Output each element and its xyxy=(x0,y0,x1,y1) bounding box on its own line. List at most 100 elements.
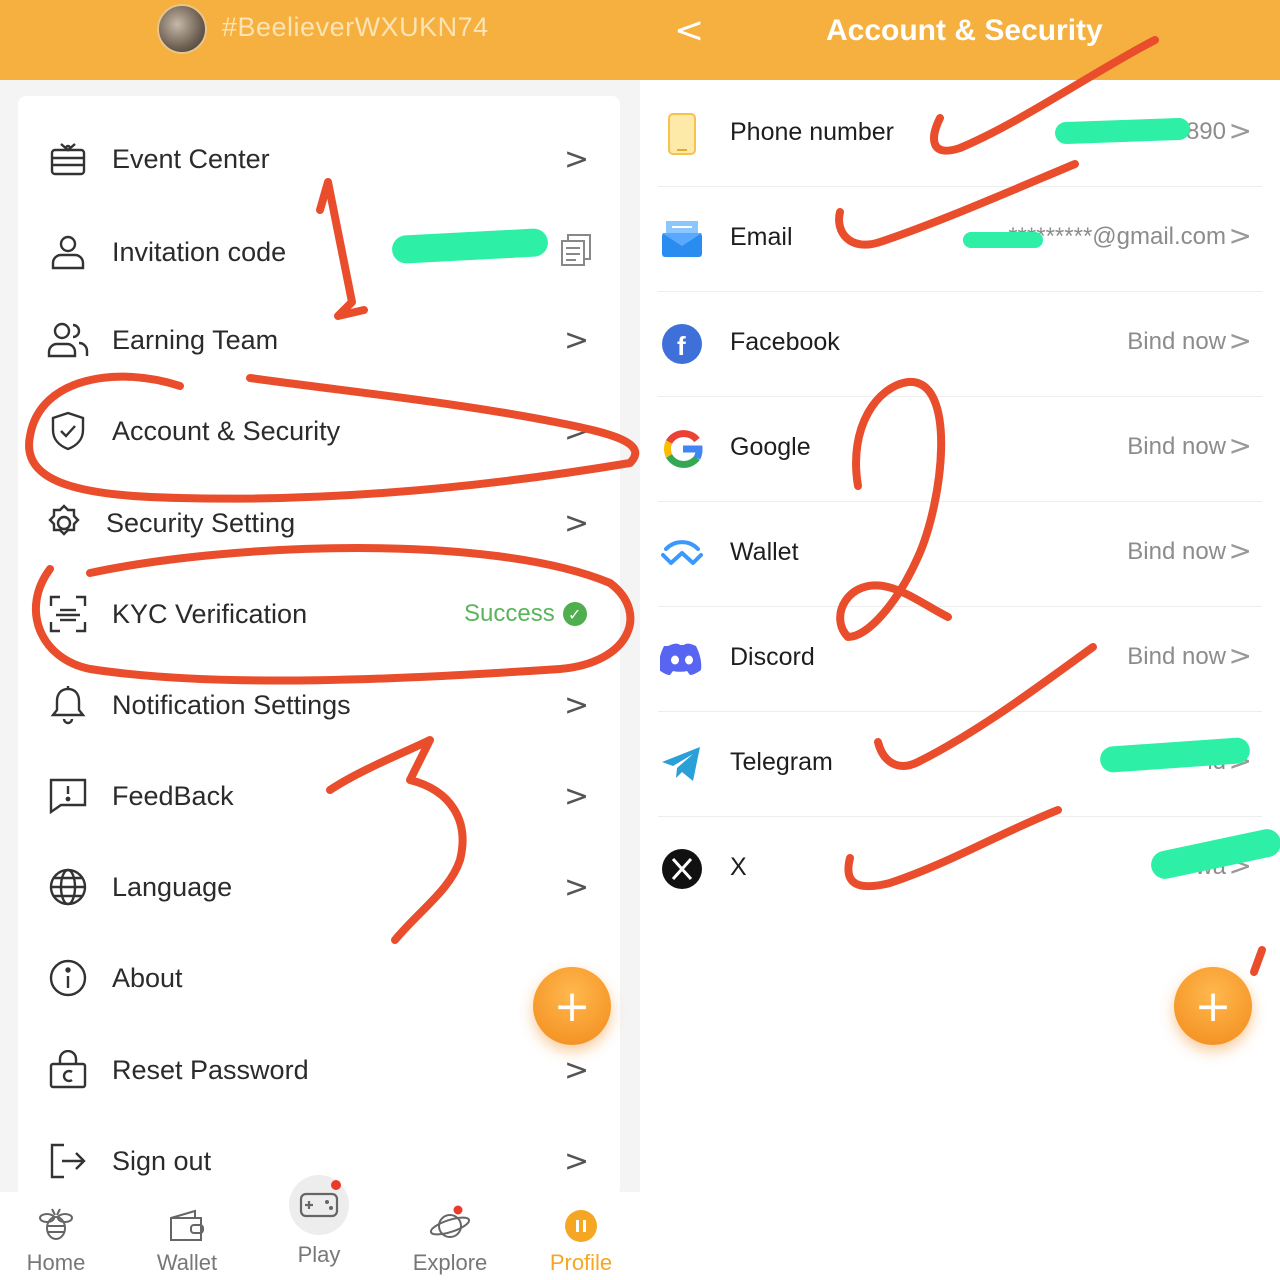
profile-header: #BeelieverWXUKN74 xyxy=(0,0,640,80)
menu-item-kyc-verification[interactable]: KYC Verification Success ✓ xyxy=(18,579,620,649)
menu-item-feedback[interactable]: FeedBack > xyxy=(18,761,620,831)
menu-item-label: About xyxy=(112,962,183,993)
chevron-right-icon: > xyxy=(564,687,590,723)
shield-check-icon xyxy=(46,409,90,453)
row-value: Bind now xyxy=(1127,643,1226,670)
menu-item-account-security[interactable]: Account & Security > xyxy=(18,396,620,466)
menu-item-event-center[interactable]: Event Center > xyxy=(18,124,620,194)
menu-item-label: FeedBack xyxy=(112,780,234,811)
planet-icon xyxy=(400,1200,500,1244)
wallet-icon xyxy=(137,1200,237,1244)
row-value: Bind now xyxy=(1127,433,1226,460)
profile-screen: #BeelieverWXUKN74 Event Center > Invitat… xyxy=(0,0,640,1280)
row-value: Bind now xyxy=(1127,328,1226,355)
email-icon xyxy=(660,217,704,261)
row-value: Bind now xyxy=(1127,538,1226,565)
lock-reset-icon xyxy=(46,1048,90,1092)
check-circle-icon: ✓ xyxy=(562,602,587,626)
row-label: Phone number xyxy=(730,118,895,146)
sign-out-icon xyxy=(46,1139,90,1183)
chevron-right-icon: > xyxy=(1228,324,1252,357)
menu-item-language[interactable]: Language > xyxy=(18,852,620,922)
menu-item-label: KYC Verification xyxy=(112,598,308,629)
menu-item-about[interactable]: About xyxy=(18,943,620,1013)
redaction-mark xyxy=(1054,117,1191,145)
svg-text:f: f xyxy=(677,331,686,361)
chevron-right-icon: > xyxy=(1228,639,1252,672)
username: #BeelieverWXUKN74 xyxy=(222,12,489,42)
account-security-screen: < Account & Security Phone number 890 > … xyxy=(640,0,1280,1280)
info-icon xyxy=(46,956,90,1000)
chevron-right-icon: > xyxy=(1228,534,1252,567)
row-email[interactable]: Email *********@gmail.com > xyxy=(658,187,1262,292)
team-icon xyxy=(46,318,90,362)
chevron-right-icon: > xyxy=(564,141,590,177)
menu-item-label: Event Center xyxy=(112,143,270,174)
chevron-right-icon: > xyxy=(564,413,590,449)
feedback-icon xyxy=(46,774,90,818)
menu-item-earning-team[interactable]: Earning Team > xyxy=(18,305,620,375)
avatar[interactable] xyxy=(157,4,207,54)
add-fab-button[interactable]: + xyxy=(1174,967,1252,1045)
back-button[interactable]: < xyxy=(674,10,704,51)
x-icon xyxy=(660,847,704,891)
row-discord[interactable]: Discord Bind now > xyxy=(658,607,1262,712)
chevron-right-icon: > xyxy=(1228,114,1252,147)
chevron-right-icon: > xyxy=(564,1052,590,1088)
row-label: Facebook xyxy=(730,328,840,356)
user-icon xyxy=(46,230,90,274)
copy-icon[interactable] xyxy=(560,233,592,272)
row-wallet[interactable]: Wallet Bind now > xyxy=(658,502,1262,607)
menu-item-reset-password[interactable]: Reset Password > xyxy=(18,1035,620,1105)
tab-home[interactable]: Home xyxy=(6,1200,106,1276)
discord-icon xyxy=(660,637,704,681)
chevron-right-icon: > xyxy=(1228,429,1252,462)
add-fab-button[interactable]: + xyxy=(533,967,611,1045)
tab-explore[interactable]: Explore xyxy=(400,1200,500,1276)
tab-play[interactable]: Play xyxy=(269,1170,369,1268)
facebook-icon: f xyxy=(660,322,704,366)
row-label: Wallet xyxy=(730,538,799,566)
menu-item-label: Notification Settings xyxy=(112,689,351,720)
walletconnect-icon xyxy=(660,532,704,576)
menu-item-label: Invitation code xyxy=(112,236,287,267)
row-google[interactable]: Google Bind now > xyxy=(658,397,1262,502)
tab-label: Play xyxy=(297,1242,341,1267)
menu-item-label: Reset Password xyxy=(112,1054,309,1085)
scan-icon xyxy=(46,592,90,636)
chevron-right-icon: > xyxy=(1228,219,1252,252)
tab-label: Wallet xyxy=(156,1250,218,1275)
chevron-right-icon: > xyxy=(564,1143,590,1179)
gift-calendar-icon xyxy=(46,137,90,181)
row-label: Google xyxy=(730,433,811,461)
tab-profile[interactable]: Profile xyxy=(531,1200,631,1276)
tab-wallet[interactable]: Wallet xyxy=(137,1200,237,1276)
bell-icon xyxy=(46,683,90,727)
chevron-right-icon: > xyxy=(564,322,590,358)
menu-item-security-setting[interactable]: Security Setting > xyxy=(18,488,620,558)
row-label: Email xyxy=(730,223,793,251)
telegram-icon xyxy=(660,742,704,786)
bottom-tab-bar: Home Wallet Play Explore Profile xyxy=(0,1175,640,1280)
gamepad-icon xyxy=(269,1170,369,1236)
chevron-right-icon: > xyxy=(564,869,590,905)
menu-item-label: Earning Team xyxy=(112,324,279,355)
row-label: X xyxy=(730,853,747,881)
kyc-status-text: Success xyxy=(464,600,555,627)
gear-icon xyxy=(42,501,86,545)
kyc-status: Success ✓ xyxy=(464,600,587,628)
row-label: Discord xyxy=(730,643,815,671)
profile-icon xyxy=(531,1200,631,1244)
phone-icon xyxy=(660,112,704,156)
row-facebook[interactable]: f Facebook Bind now > xyxy=(658,292,1262,397)
redaction-mark xyxy=(963,232,1043,248)
bee-icon xyxy=(6,1200,106,1244)
row-label: Telegram xyxy=(730,748,833,776)
page-title: Account & Security xyxy=(826,14,1103,47)
menu-item-label: Sign out xyxy=(112,1145,212,1176)
menu-item-notification-settings[interactable]: Notification Settings > xyxy=(18,670,620,740)
chevron-right-icon: > xyxy=(564,505,590,541)
chevron-right-icon: > xyxy=(564,778,590,814)
menu-item-label: Language xyxy=(112,871,233,902)
row-value: 890 xyxy=(1185,118,1226,145)
